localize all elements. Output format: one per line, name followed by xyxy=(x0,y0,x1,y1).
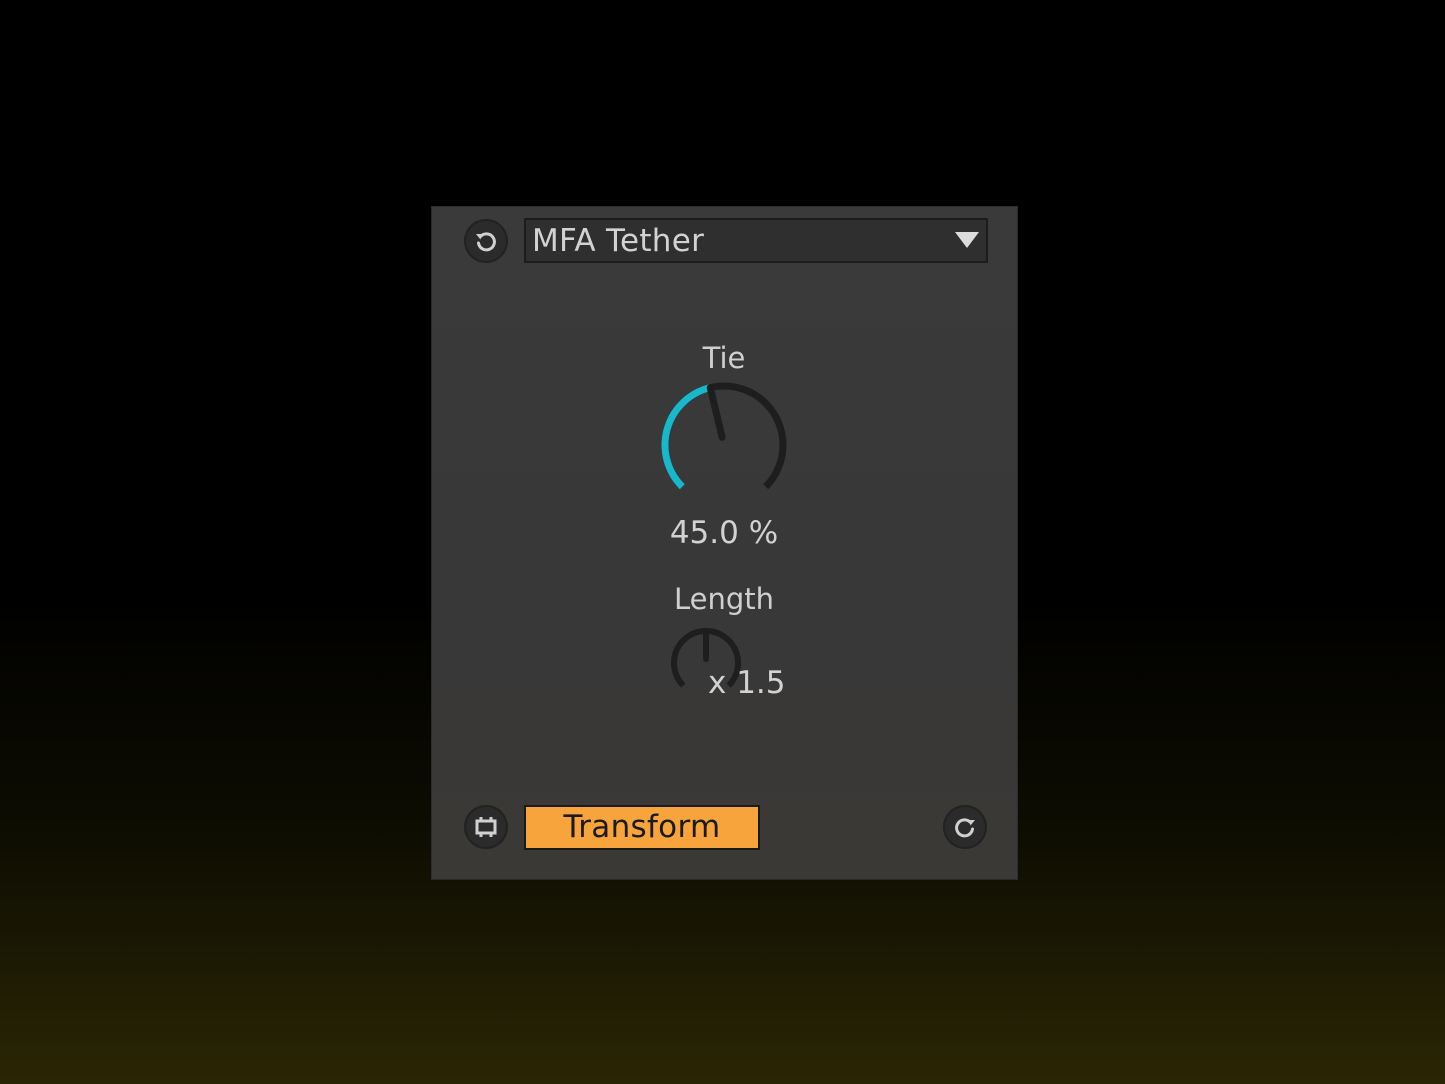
tie-knob-needle xyxy=(706,384,726,441)
preset-reset-button[interactable] xyxy=(464,219,508,263)
rotate-ccw-icon xyxy=(472,227,500,255)
redo-button[interactable] xyxy=(943,805,987,849)
tie-knob-value-arc xyxy=(661,384,712,490)
tie-value: 45.0 % xyxy=(669,515,779,551)
length-label: Length xyxy=(673,582,775,616)
tie-knob[interactable] xyxy=(654,379,794,511)
tether-device-panel: MFA Tether Tie 45.0 % Length x 1.5 Trans… xyxy=(432,207,1017,879)
rotate-cw-icon xyxy=(951,813,979,841)
map-button[interactable] xyxy=(464,805,508,849)
preset-dropdown[interactable]: MFA Tether xyxy=(524,218,988,263)
transform-button[interactable]: Transform xyxy=(524,805,760,850)
tie-label: Tie xyxy=(702,341,746,375)
triangle-down-icon xyxy=(954,231,980,253)
map-device-icon xyxy=(472,813,500,841)
preset-name: MFA Tether xyxy=(532,223,705,259)
length-value: x 1.5 xyxy=(708,665,786,701)
